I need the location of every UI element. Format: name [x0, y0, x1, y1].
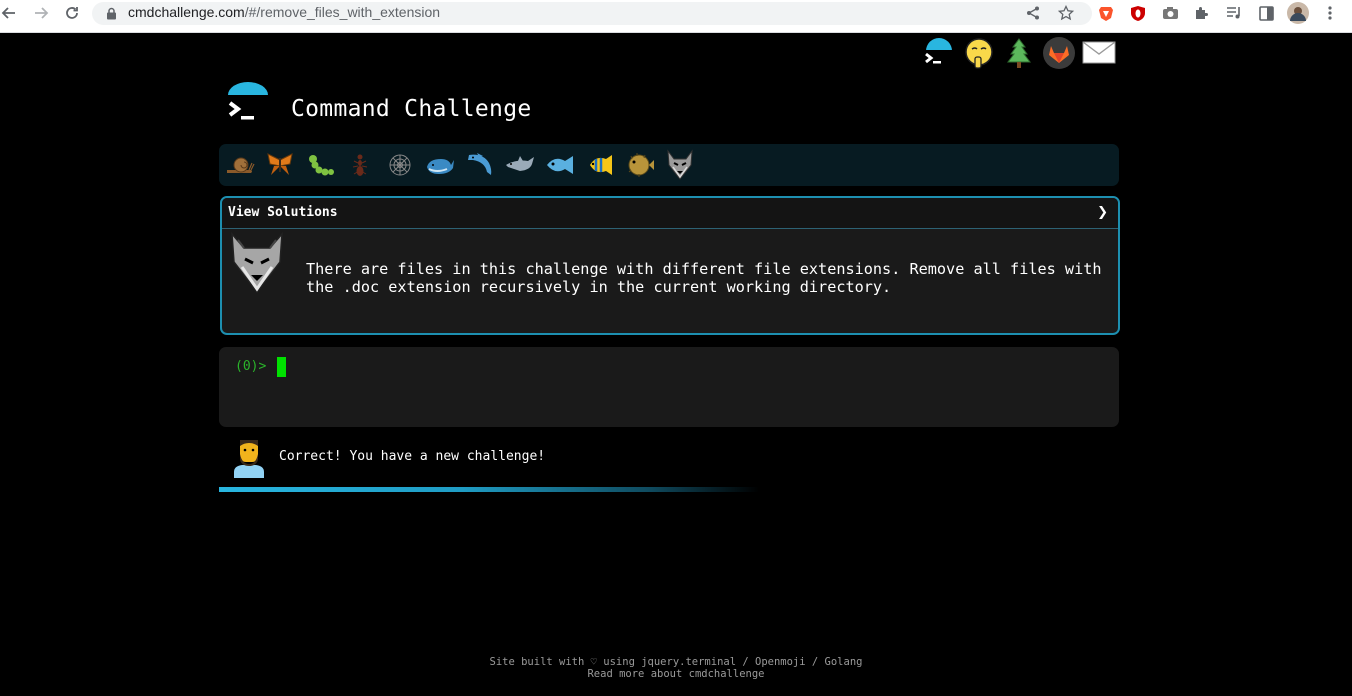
forward-button[interactable]	[28, 0, 54, 26]
chevron-right-icon[interactable]: ❯	[1097, 205, 1108, 220]
envelope-icon[interactable]	[1082, 36, 1116, 70]
site-logo-icon	[224, 82, 274, 126]
brave-icon[interactable]	[1097, 4, 1115, 22]
ublock-icon[interactable]	[1129, 4, 1147, 22]
browser-toolbar: cmdchallenge.com/#/remove_files_with_ext…	[0, 0, 1352, 33]
snail-icon[interactable]	[223, 148, 257, 182]
terminal-prompt: (0)>	[235, 359, 267, 374]
completion-progress-line	[219, 487, 759, 492]
tropical-fish-icon[interactable]	[583, 148, 617, 182]
challenge-card: View Solutions ❯ There are files in this…	[220, 196, 1120, 335]
spider-web-icon[interactable]	[383, 148, 417, 182]
terminal-cursor[interactable]	[277, 357, 286, 377]
cmdchallenge-logo-icon[interactable]	[922, 36, 956, 70]
forward-arrow-icon	[35, 7, 49, 19]
footer-read-more-link[interactable]: Read more about cmdchallenge	[0, 668, 1352, 680]
caterpillar-icon[interactable]	[303, 148, 337, 182]
url-path: /#/remove_files_with_extension	[244, 4, 441, 20]
back-button[interactable]	[0, 0, 22, 26]
footer-credits[interactable]: Site built with ♡ using jquery.terminal …	[0, 656, 1352, 668]
evergreen-tree-icon[interactable]	[1002, 36, 1036, 70]
fish-icon[interactable]	[543, 148, 577, 182]
view-solutions-header[interactable]: View Solutions ❯	[222, 198, 1118, 229]
page-title: Command Challenge	[291, 96, 532, 122]
address-bar[interactable]: cmdchallenge.com/#/remove_files_with_ext…	[92, 2, 1092, 25]
butterfly-icon[interactable]	[263, 148, 297, 182]
back-arrow-icon	[1, 7, 15, 19]
shushing-face-icon[interactable]	[962, 36, 996, 70]
reload-icon	[66, 7, 78, 19]
bookmark-star-icon[interactable]	[1058, 5, 1074, 21]
challenge-description: There are files in this challenge with d…	[306, 260, 1102, 296]
lock-icon	[107, 7, 116, 20]
wolf-avatar-icon	[228, 231, 286, 294]
url-text: cmdchallenge.com/#/remove_files_with_ext…	[128, 4, 440, 20]
side-panel-icon[interactable]	[1257, 4, 1275, 22]
ant-icon[interactable]	[343, 148, 377, 182]
more-menu-icon[interactable]	[1321, 4, 1339, 22]
feedback-message: Correct! You have a new challenge!	[279, 449, 546, 464]
profile-avatar[interactable]	[1287, 2, 1309, 24]
dolphin-icon-2[interactable]	[503, 148, 537, 182]
extensions-puzzle-icon[interactable]	[1193, 4, 1211, 22]
man-avatar-icon	[231, 436, 267, 478]
whale-icon[interactable]	[423, 148, 457, 182]
view-solutions-label: View Solutions	[228, 205, 338, 220]
wolf-icon[interactable]	[663, 148, 697, 182]
reload-button[interactable]	[59, 0, 85, 26]
url-host: cmdchallenge.com	[128, 4, 245, 20]
challenge-progress-bar	[219, 144, 1119, 186]
terminal[interactable]: (0)>	[219, 347, 1119, 427]
camera-icon[interactable]	[1161, 4, 1179, 22]
share-icon[interactable]	[1025, 5, 1041, 21]
gitlab-icon[interactable]	[1042, 36, 1076, 70]
blowfish-icon[interactable]	[623, 148, 657, 182]
dolphin-icon[interactable]	[463, 148, 497, 182]
media-queue-icon[interactable]	[1225, 4, 1243, 22]
